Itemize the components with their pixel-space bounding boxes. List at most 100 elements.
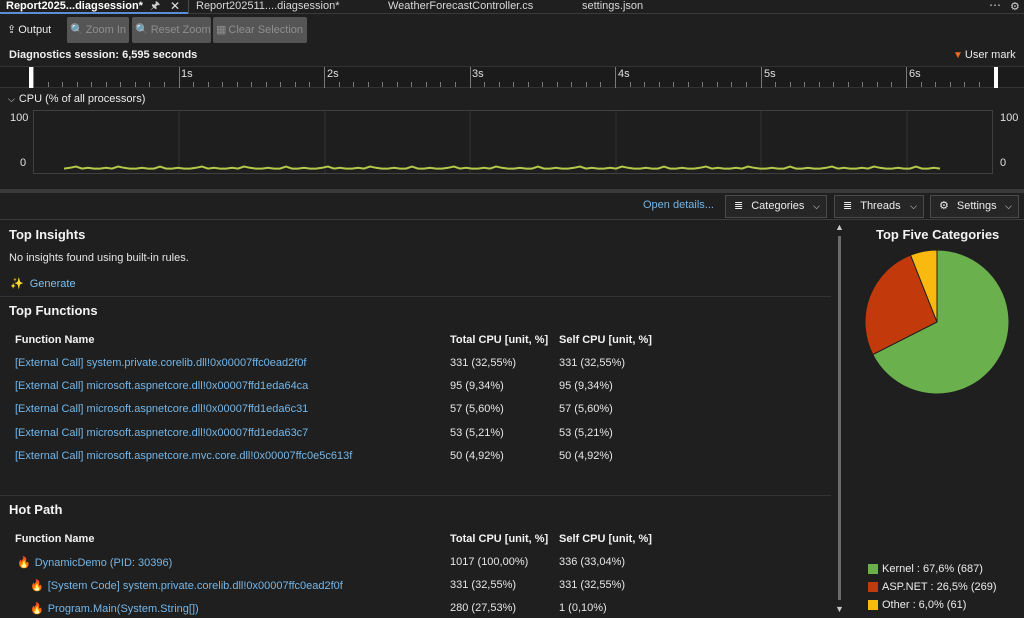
open-details-link[interactable]: Open details... — [643, 199, 714, 211]
ruler-tick — [77, 82, 78, 87]
function-link[interactable]: [External Call] microsoft.aspnetcore.dll… — [15, 380, 308, 392]
hot-path-icon: 🔥 — [17, 557, 31, 569]
categories-pie-chart[interactable] — [864, 249, 1010, 395]
function-link[interactable]: [External Call] microsoft.aspnetcore.dll… — [15, 403, 308, 415]
vertical-scrollbar[interactable]: ▲ ▼ — [833, 222, 847, 618]
user-mark-label: User mark — [964, 49, 1016, 61]
column-header-self-cpu[interactable]: Self CPU [unit, %] — [559, 334, 652, 346]
tab-report-active[interactable]: Report2025...diagsession* 🖈 ✕ — [0, 0, 188, 14]
ruler-tick — [266, 82, 267, 87]
pin-icon[interactable]: 🖈 — [150, 0, 160, 13]
flame-icon: 🔥 — [30, 603, 44, 615]
clear-selection-button[interactable]: ▦ Clear Selection — [213, 17, 307, 43]
cpu-usage-graph[interactable] — [33, 110, 993, 174]
column-header-self-cpu[interactable]: Self CPU [unit, %] — [559, 533, 652, 545]
ruler-tick — [309, 82, 310, 87]
sparkle-icon: ✨ — [10, 278, 24, 290]
legend-swatch — [868, 564, 878, 575]
ruler-tick — [600, 82, 601, 87]
section-divider — [0, 296, 831, 297]
ruler-tick — [571, 82, 572, 87]
cpu-y-max-left: 100 — [10, 112, 29, 124]
scrollbar-thumb[interactable] — [838, 236, 841, 600]
ruler-tick — [935, 82, 936, 87]
ruler-tick — [862, 82, 863, 87]
ruler-tick — [921, 82, 922, 87]
total-cpu-value: 53 (5,21%) — [450, 427, 504, 439]
ruler-tick — [208, 82, 209, 87]
function-link[interactable]: [External Call] microsoft.aspnetcore.mvc… — [15, 450, 352, 462]
legend-label: Other : 6,0% (61) — [882, 599, 967, 612]
legend-label: ASP.NET : 26,5% (269) — [882, 581, 997, 594]
tab-report-2[interactable]: Report202511....diagsession* — [196, 0, 340, 14]
scroll-down-icon[interactable]: ▼ — [835, 604, 844, 614]
clear-selection-icon: ▦ — [216, 24, 227, 36]
settings-dropdown[interactable]: ⚙ Settings ⌵ — [930, 195, 1019, 218]
column-header-function-name[interactable]: Function Name — [15, 334, 94, 346]
gear-icon: ⚙ — [939, 200, 949, 212]
section-divider — [0, 495, 831, 496]
ruler-tick — [499, 82, 500, 87]
ruler-tick — [717, 82, 718, 87]
ruler-label: 5s — [764, 68, 776, 80]
generate-button[interactable]: ✨ Generate — [10, 277, 76, 290]
ruler-tick — [804, 82, 805, 87]
self-cpu-value: 50 (4,92%) — [559, 450, 613, 462]
ruler-label: 6s — [909, 68, 921, 80]
top-insights-title: Top Insights — [9, 227, 86, 242]
column-header-total-cpu[interactable]: Total CPU [unit, %] — [450, 334, 548, 346]
flame-icon: 🔥 — [30, 580, 44, 592]
ruler-label: 1s — [181, 68, 193, 80]
toolbar: ⇪ Output 🔍 Zoom In 🔍 Reset Zoom ▦ Clear Sele… — [0, 15, 1024, 44]
settings-label: Settings — [956, 200, 997, 212]
scroll-up-icon[interactable]: ▲ — [835, 222, 844, 232]
threads-dropdown[interactable]: ≣ Threads ⌵ — [834, 195, 924, 218]
ruler-tick — [848, 82, 849, 87]
hot-path-function[interactable]: 🔥 [System Code] system.private.corelib.dl… — [30, 579, 343, 592]
self-cpu-value: 336 (33,04%) — [559, 556, 626, 568]
hot-path-function[interactable]: 🔥 Program.Main(System.String[]) — [30, 602, 199, 615]
chevron-down-icon: ⌵ — [813, 201, 820, 211]
categories-dropdown[interactable]: ≣ Categories ⌵ — [725, 195, 827, 218]
tab-settings-json[interactable]: settings.json — [582, 0, 643, 14]
zoom-in-button[interactable]: 🔍 Zoom In — [67, 17, 129, 43]
total-cpu-value: 1017 (100,00%) — [450, 556, 529, 568]
ruler-tick — [106, 82, 107, 87]
ruler-tick — [673, 82, 674, 87]
timeline-ruler[interactable]: 1s 2s 3s 4s 5s 6s — [0, 66, 1024, 88]
chevron-down-icon: ⌵ — [1005, 201, 1012, 211]
ruler-tick — [746, 82, 747, 87]
close-icon[interactable]: ✕ — [170, 0, 180, 13]
reset-zoom-button[interactable]: 🔍 Reset Zoom — [132, 17, 211, 43]
more-tabs-icon[interactable]: ⋯ — [989, 0, 1001, 12]
cpu-graph-title: CPU (% of all processors) — [18, 93, 146, 105]
legend-label: Kernel : 67,6% (687) — [882, 563, 983, 576]
gear-icon[interactable]: ⚙ — [1010, 0, 1020, 13]
function-link[interactable]: [External Call] system.private.corelib.d… — [15, 357, 306, 369]
ruler-label: 2s — [327, 68, 339, 80]
column-header-total-cpu[interactable]: Total CPU [unit, %] — [450, 533, 548, 545]
ruler-label: 4s — [618, 68, 630, 80]
cpu-usage-svg — [63, 111, 941, 173]
total-cpu-value: 331 (32,55%) — [450, 357, 517, 369]
cpu-usage-line — [63, 165, 941, 170]
tab-weatherforecast-controller[interactable]: WeatherForecastController.cs — [388, 0, 533, 14]
cpu-graph-header[interactable]: ⌵ CPU (% of all processors) — [8, 93, 145, 105]
ruler-tick — [688, 82, 689, 87]
function-link[interactable]: [External Call] microsoft.aspnetcore.dll… — [15, 427, 308, 439]
output-button[interactable]: ⇪ Output — [4, 17, 62, 43]
ruler-tick — [120, 82, 121, 87]
self-cpu-value: 1 (0,10%) — [559, 602, 607, 614]
hot-path-process[interactable]: 🔥 DynamicDemo (PID: 30396) — [17, 556, 172, 569]
hot-path-title: Hot Path — [9, 502, 63, 517]
function-link: Program.Main(System.String[]) — [47, 603, 199, 615]
legend-swatch — [868, 582, 878, 593]
ruler-end-handle[interactable] — [994, 67, 998, 88]
legend-item-kernel: Kernel : 67,6% (687) — [868, 563, 983, 575]
cpu-y-min-right: 0 — [1000, 157, 1007, 169]
ruler-tick — [557, 82, 558, 87]
threads-label: Threads — [860, 200, 901, 212]
column-header-function-name[interactable]: Function Name — [15, 533, 94, 545]
ruler-tick — [950, 82, 951, 87]
ruler-tick — [891, 82, 892, 87]
